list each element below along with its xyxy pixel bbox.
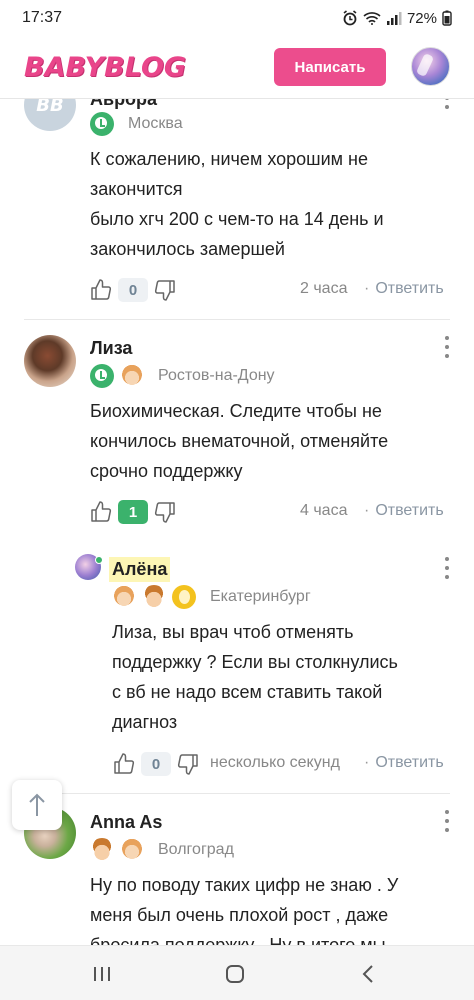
- dislike-icon[interactable]: [152, 499, 178, 525]
- clock-badge-icon: [90, 112, 114, 136]
- girl-badge-icon: [120, 838, 144, 862]
- comment-actions: 0: [111, 751, 201, 777]
- avatar[interactable]: BB: [24, 99, 76, 131]
- girl-badge-icon: [120, 364, 144, 388]
- like-count: 0: [118, 278, 148, 302]
- author-city: Москва: [128, 115, 183, 132]
- author-city: Екатеринбург: [210, 588, 311, 605]
- comment-author[interactable]: Алёна: [109, 557, 171, 582]
- reply-link[interactable]: Ответить: [364, 754, 443, 772]
- arrow-up-icon: [29, 793, 45, 816]
- recent-apps-icon[interactable]: [89, 961, 115, 987]
- status-icons: 72%: [342, 10, 452, 27]
- more-menu-icon[interactable]: [444, 336, 450, 358]
- like-icon[interactable]: [111, 751, 137, 777]
- boy-badge-icon: [90, 838, 114, 862]
- back-icon[interactable]: [355, 961, 381, 987]
- user-avatar[interactable]: [411, 47, 450, 86]
- more-menu-icon[interactable]: [444, 810, 450, 832]
- comment-time: 4 часа: [300, 502, 348, 519]
- author-badges: Волгоград: [90, 838, 234, 862]
- baby-badge-icon: [172, 585, 196, 609]
- author-badges: Ростов-на-Дону: [90, 364, 275, 388]
- alarm-icon: [343, 10, 357, 26]
- babyblog-logo[interactable]: BABYBLOG: [24, 52, 186, 83]
- comment-text: Ну по поводу таких цифр не знаю . У меня…: [90, 875, 399, 945]
- dislike-icon[interactable]: [152, 277, 178, 303]
- girl-badge-icon: [112, 585, 136, 609]
- author-city: Ростов-на-Дону: [158, 367, 275, 384]
- comment-actions: 1: [88, 499, 178, 525]
- comment-divider: [24, 319, 450, 320]
- battery-level: 72%: [406, 9, 437, 27]
- comments-list: BB Аврора Москва К сожалению, ничем хоро…: [0, 99, 474, 945]
- home-icon[interactable]: [222, 961, 248, 987]
- reply-link[interactable]: Ответить: [364, 280, 443, 298]
- comment-divider: [24, 793, 450, 794]
- status-time: 17:37: [22, 9, 63, 26]
- comment-text: Биохимическая. Следите чтобы не кончилос…: [90, 401, 389, 481]
- comment-text: К сожалению, ничем хорошим не закончится…: [90, 149, 384, 259]
- comment-time: 2 часа: [300, 280, 348, 297]
- more-menu-icon[interactable]: [444, 99, 450, 109]
- author-badges: Москва: [90, 112, 183, 136]
- system-nav-bar: [0, 945, 474, 1000]
- comment-author[interactable]: Лиза: [90, 338, 132, 359]
- like-count: 1: [118, 500, 148, 524]
- clock-badge-icon: [90, 364, 114, 388]
- online-indicator: [95, 556, 103, 564]
- comment-time: несколько секунд: [210, 754, 340, 771]
- like-icon[interactable]: [88, 277, 114, 303]
- battery-icon: [442, 10, 452, 26]
- dislike-icon[interactable]: [175, 751, 201, 777]
- write-button[interactable]: Написать: [274, 48, 386, 86]
- author-badges: Екатеринбург: [112, 585, 311, 609]
- comment-author[interactable]: Anna As: [90, 812, 162, 833]
- status-bar: 17:37 72%: [0, 0, 474, 36]
- boy-badge-icon: [142, 585, 166, 609]
- like-icon[interactable]: [88, 499, 114, 525]
- wifi-icon: [363, 12, 381, 25]
- app-header: BABYBLOG Написать: [0, 36, 474, 98]
- author-city: Волгоград: [158, 841, 234, 858]
- comment-text: Лиза, вы врач чтоб отменять поддержку ? …: [112, 622, 398, 732]
- comment-actions: 0: [88, 277, 178, 303]
- more-menu-icon[interactable]: [444, 557, 450, 579]
- reply-link[interactable]: Ответить: [364, 502, 443, 520]
- like-count: 0: [141, 752, 171, 776]
- avatar[interactable]: [24, 335, 76, 387]
- scroll-to-top-button[interactable]: [12, 780, 62, 830]
- comment-author[interactable]: Аврора: [90, 99, 157, 110]
- signal-icon: [386, 12, 402, 25]
